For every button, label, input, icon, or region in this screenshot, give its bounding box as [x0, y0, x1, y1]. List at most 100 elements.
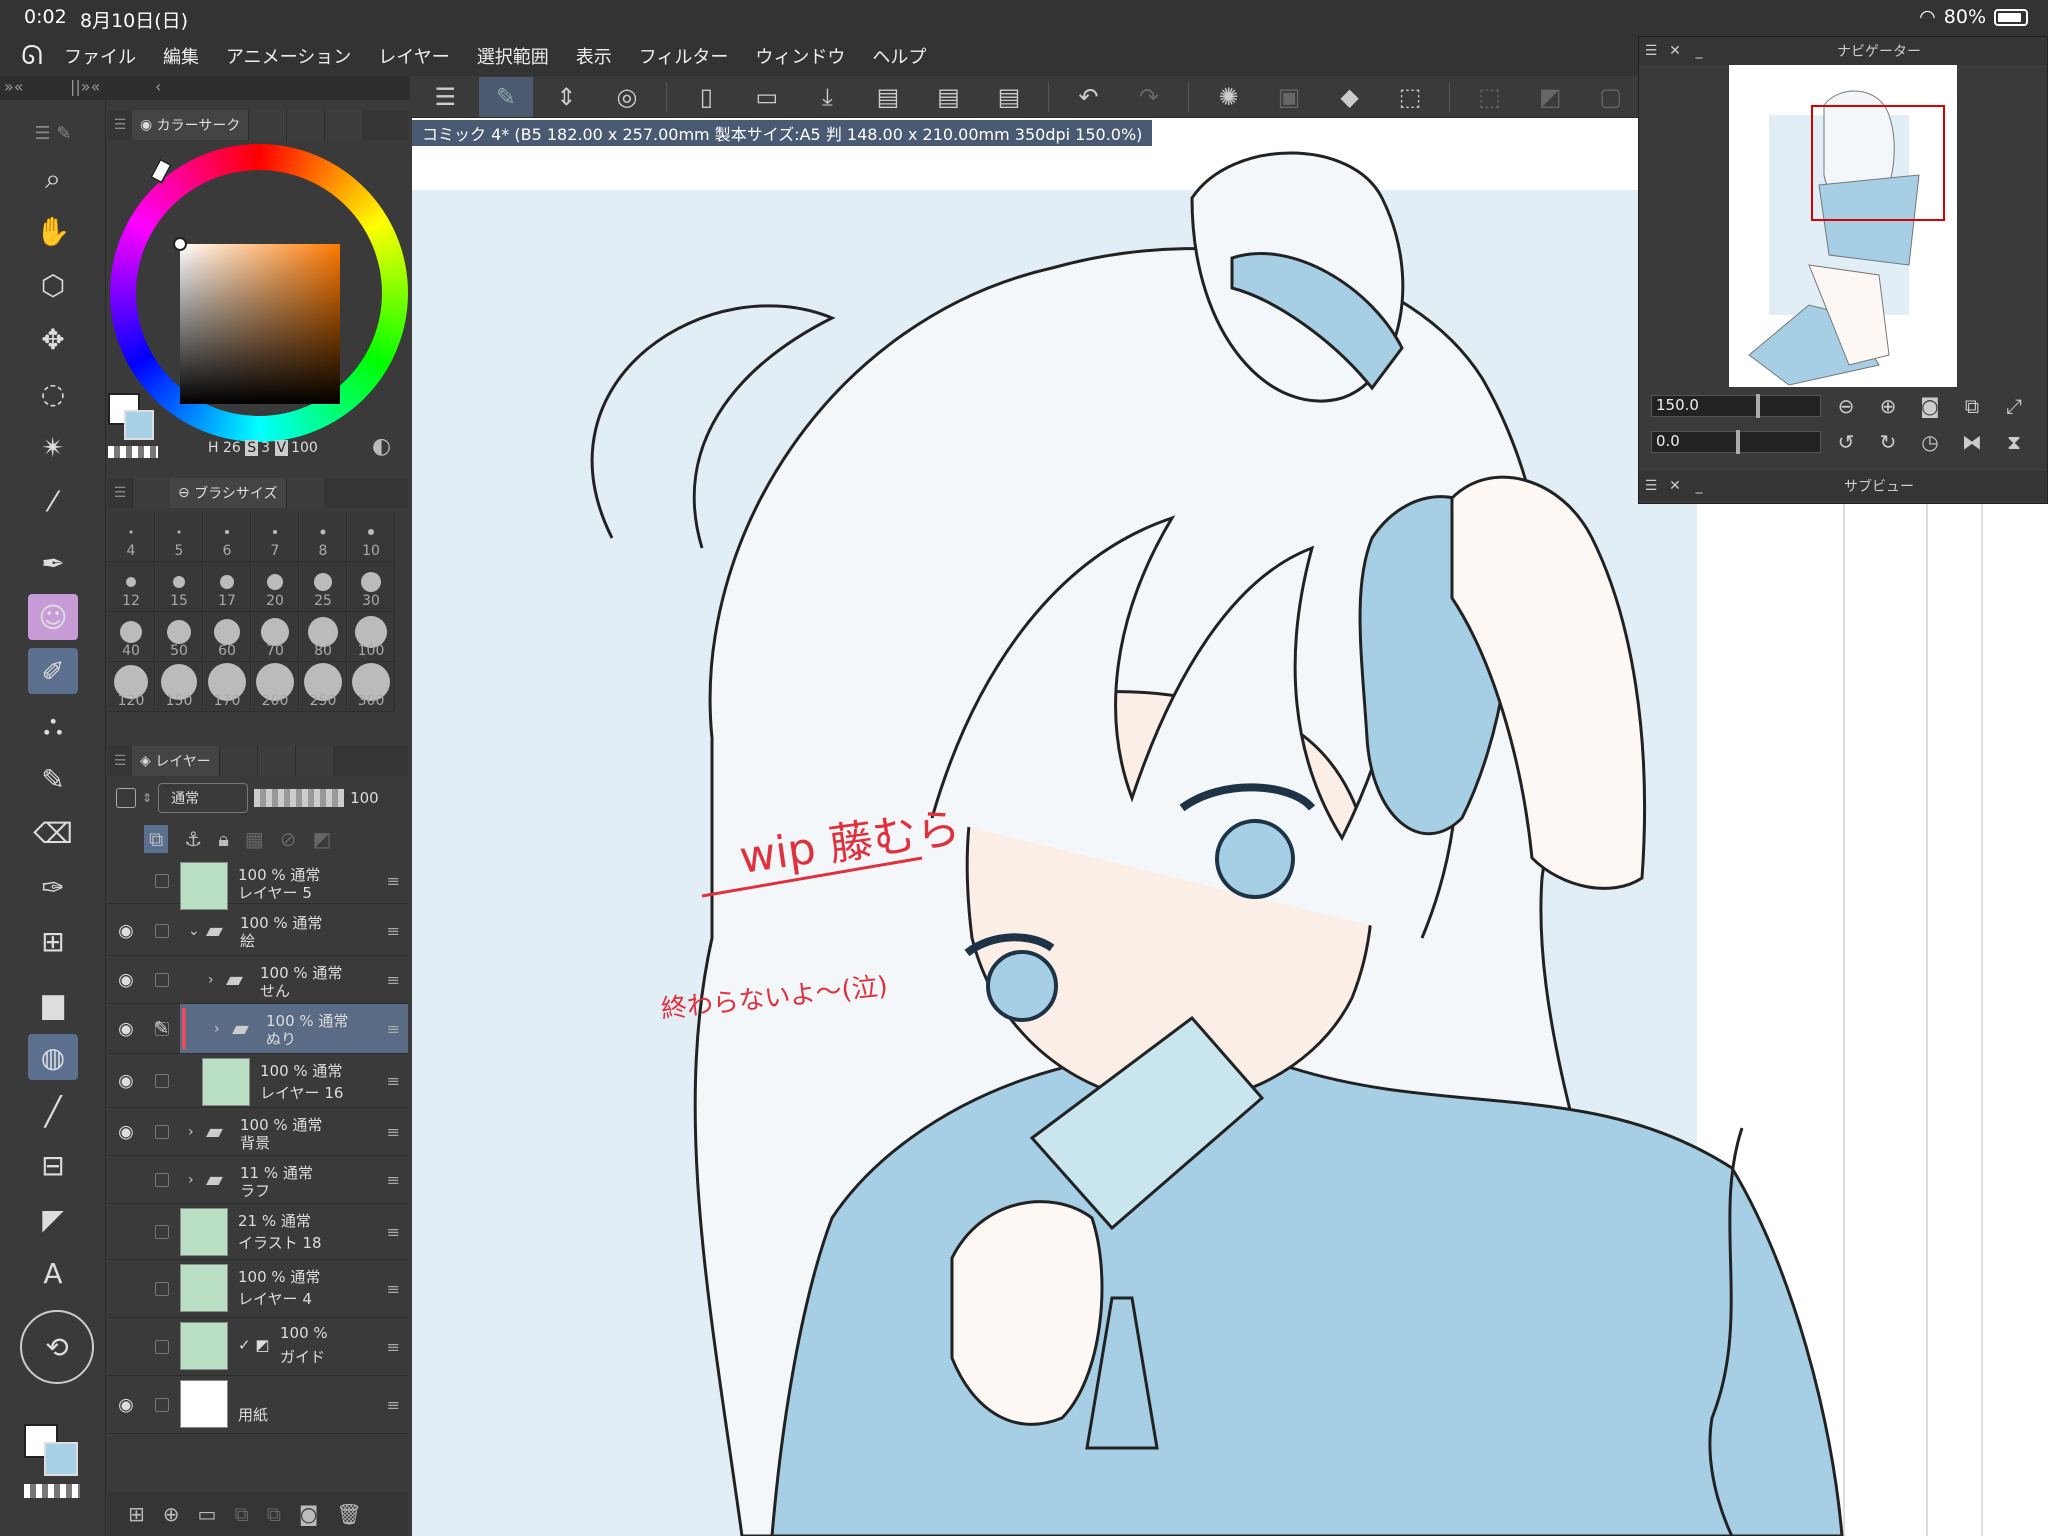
grip-icon[interactable]: ☰: [1639, 478, 1663, 494]
layer-drag-handle-icon[interactable]: ≡: [387, 1279, 400, 1298]
layer-check[interactable]: [155, 1339, 169, 1354]
navigator-preview[interactable]: [1729, 65, 1957, 387]
fill-icon[interactable]: ◆: [1322, 77, 1377, 117]
brush-size-cell[interactable]: 20: [252, 562, 299, 612]
layer-row[interactable]: ◉ ⌄ ▰ 100 % 通常絵 ≡: [108, 906, 408, 956]
brush-size-tab[interactable]: ⊖ ブラシサイズ: [170, 478, 286, 508]
brush-size-cell[interactable]: 170: [204, 662, 251, 712]
menu-view[interactable]: 表示: [576, 43, 612, 69]
reference-icon[interactable]: ⚓: [184, 827, 202, 851]
layer-drag-handle-icon[interactable]: ≡: [387, 871, 400, 890]
brush-size-cell[interactable]: 70: [252, 612, 299, 662]
layer-check[interactable]: [155, 1281, 169, 1296]
brush-size-cell[interactable]: 30: [348, 562, 395, 612]
brush-size-cell[interactable]: 15: [156, 562, 203, 612]
layer-drag-handle-icon[interactable]: ≡: [387, 1337, 400, 1356]
saturation-value-square[interactable]: [173, 237, 340, 404]
collapse-mid-icon[interactable]: ||»«: [70, 77, 100, 96]
merge-down-icon[interactable]: ⧉: [267, 1502, 281, 1526]
brush-size-cell[interactable]: 8: [300, 512, 347, 562]
flip-horizontal-icon[interactable]: ⧓: [1955, 430, 1989, 454]
decoration-tool-icon[interactable]: ✎: [28, 756, 78, 802]
pencil-tool-icon[interactable]: ☺: [28, 594, 78, 640]
3d-object-tool-icon[interactable]: ⬡: [28, 262, 78, 308]
sub-tool-tab[interactable]: [285, 478, 324, 508]
color-transparent-swatch[interactable]: [108, 446, 158, 458]
color-sub-swatch[interactable]: [124, 410, 154, 440]
magic-wand-tool-icon[interactable]: ✴: [28, 424, 78, 470]
brush-size-cell[interactable]: 7: [252, 512, 299, 562]
brush-size-cell[interactable]: 17: [204, 562, 251, 612]
layer-color-icon[interactable]: [116, 788, 136, 808]
layer-mask-icon[interactable]: ◙: [299, 1502, 318, 1526]
balloon-tool-icon[interactable]: ◤: [28, 1196, 78, 1242]
pen-tool-icon[interactable]: ✒: [28, 540, 78, 586]
grip-icon[interactable]: ☰: [108, 485, 132, 501]
transparent-color-swatch[interactable]: [24, 1484, 80, 1498]
menu-filter[interactable]: フィルター: [639, 43, 729, 69]
brush-size-cell[interactable]: 300: [348, 662, 395, 712]
layer-row[interactable]: ✓ ◩ 100 % ガイド ≡: [108, 1318, 408, 1376]
lock-alpha-icon[interactable]: ▦: [245, 827, 264, 851]
menu-selection[interactable]: 選択範囲: [477, 43, 549, 69]
clear-outside-icon[interactable]: ▣: [1262, 77, 1317, 117]
layer-check[interactable]: [155, 1073, 169, 1088]
sub-color-swatch[interactable]: [44, 1442, 78, 1476]
clip-studio-icon[interactable]: ◎: [600, 77, 655, 117]
clip-studio-logo-icon[interactable]: ᘏ: [0, 41, 64, 72]
layer-row[interactable]: ◉ ✎ › ▰ 100 % 通常 ぬり ≡: [108, 1004, 408, 1054]
layer-row[interactable]: 100 % 通常 レイヤー 4 ≡: [108, 1260, 408, 1318]
document-tab[interactable]: コミック 4* (B5 182.00 x 257.00mm 製本サイズ:A5 判…: [412, 120, 1153, 146]
clip-icon[interactable]: ⧉: [144, 825, 169, 853]
opacity-slider[interactable]: [254, 789, 345, 807]
transfer-down-icon[interactable]: ⧉: [234, 1502, 248, 1526]
layer-row[interactable]: ◉ 100 % 通常 レイヤー 16 ≡: [108, 1054, 408, 1108]
brush-tool-icon[interactable]: ✐: [28, 648, 78, 694]
minimize-icon[interactable]: _: [1687, 43, 1711, 59]
fit-window-icon[interactable]: ⤢: [1997, 394, 2031, 418]
brush-size-cell[interactable]: 60: [204, 612, 251, 662]
brush-size-cell[interactable]: 50: [156, 612, 203, 662]
brush-size-cell[interactable]: 100: [348, 612, 395, 662]
layer-check[interactable]: [155, 972, 169, 987]
chevron-updown-icon[interactable]: ⇕: [142, 791, 152, 805]
layer-row[interactable]: › ▰ 11 % 通常 ラフ ≡: [108, 1156, 408, 1204]
minimize-icon[interactable]: _: [1687, 478, 1711, 494]
grid-tool-icon[interactable]: ⊞: [28, 918, 78, 964]
layer-search-tab[interactable]: [256, 746, 295, 776]
menu-help[interactable]: ヘルプ: [872, 43, 926, 69]
rotate-left-icon[interactable]: ↺: [1829, 430, 1863, 454]
chevron-icon[interactable]: ›: [214, 1021, 220, 1037]
gradient-tool-icon[interactable]: ▆: [28, 980, 78, 1026]
menu-edit[interactable]: 編集: [163, 43, 199, 69]
grip-icon[interactable]: ☰: [1639, 43, 1663, 59]
brush-size-cell[interactable]: 120: [108, 662, 155, 712]
text-tool-icon[interactable]: A: [28, 1250, 78, 1296]
layer-check[interactable]: [155, 873, 169, 888]
zoom-slider[interactable]: 150.0: [1651, 394, 1821, 418]
close-icon[interactable]: ✕: [1663, 478, 1687, 494]
zoom-tool-icon[interactable]: ⌕: [28, 156, 78, 202]
brush-size-cell[interactable]: 80: [300, 612, 347, 662]
layer-row[interactable]: 21 % 通常 イラスト 18 ≡: [108, 1204, 408, 1260]
grip-icon[interactable]: ☰: [108, 117, 132, 133]
mask-icon[interactable]: ⊘: [280, 827, 297, 851]
edit-mode-icon[interactable]: ✎: [478, 76, 534, 117]
opacity-value[interactable]: 100: [350, 789, 379, 807]
export-psd-icon[interactable]: ▤: [982, 77, 1037, 117]
lock-icon[interactable]: 🔒︎: [218, 827, 229, 851]
close-icon[interactable]: ✕: [1663, 43, 1687, 59]
transform-icon[interactable]: ⬚: [1383, 77, 1438, 117]
new-file-icon[interactable]: ▯: [679, 77, 734, 117]
grip-icon[interactable]: ☰: [108, 753, 132, 769]
eraser-tool-icon[interactable]: ⌫: [28, 810, 78, 856]
layer-drag-handle-icon[interactable]: ≡: [387, 1222, 400, 1241]
move-tool-icon[interactable]: ✥: [28, 316, 78, 362]
hamburger-icon[interactable]: ☰: [418, 77, 473, 117]
rotate-right-icon[interactable]: ↻: [1871, 430, 1905, 454]
fill-tool-icon[interactable]: ◍: [28, 1034, 78, 1080]
color-mode-icon[interactable]: ◐: [372, 434, 391, 459]
layer-check[interactable]: [155, 1172, 169, 1187]
export-jpg-icon[interactable]: ▤: [861, 77, 916, 117]
invert-selection-icon[interactable]: ◩: [1523, 77, 1578, 117]
